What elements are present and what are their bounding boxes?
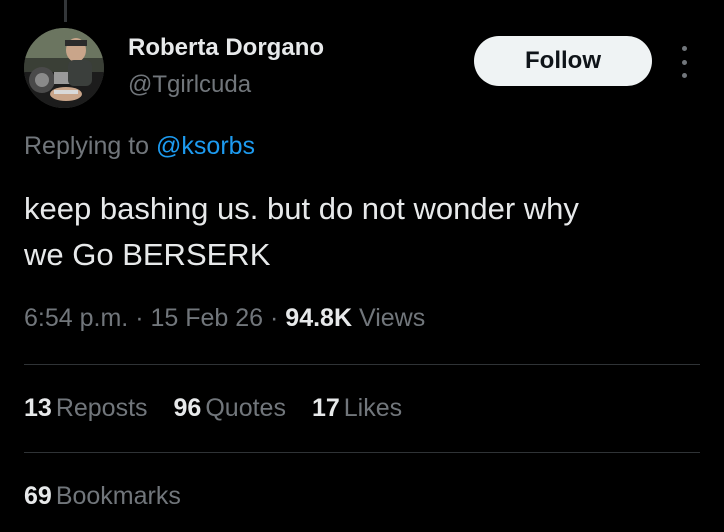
reposts-count: 13 <box>24 394 52 422</box>
views-count: 94.8K <box>285 304 353 332</box>
thread-connector-line <box>64 0 67 22</box>
meta-separator: · <box>270 304 279 332</box>
tweet-text-line: we Go BERSERK <box>24 237 271 272</box>
views-label: Views <box>358 304 426 332</box>
quotes-count: 96 <box>173 394 202 422</box>
ellipsis-dot <box>681 46 687 51</box>
reply-mention-link[interactable]: @ksorbs <box>156 132 255 160</box>
likes-count: 17 <box>311 394 340 422</box>
bookmarks-label: Bookmarks <box>55 482 181 510</box>
meta-separator: · <box>135 304 144 332</box>
follow-button[interactable]: Follow <box>474 36 652 86</box>
engagement-stats: 13 Reposts 96 Quotes 17 Likes <box>24 394 402 423</box>
tweet-text-line: keep bashing us. but do not wonder why <box>24 191 579 226</box>
tweet-date[interactable]: 15 Feb 26 <box>150 304 263 332</box>
ellipsis-dot <box>681 59 687 65</box>
tweet-meta: 6:54 p.m. · 15 Feb 26 · 94.8K Views <box>24 304 425 333</box>
vertical-ellipsis-icon[interactable] <box>672 46 696 78</box>
reply-context: Replying to @ksorbs <box>24 132 255 161</box>
author-handle[interactable]: @Tgirlcuda <box>128 71 251 99</box>
reposts-label: Reposts <box>55 394 148 422</box>
tweet-time[interactable]: 6:54 p.m. <box>24 304 128 332</box>
ellipsis-dot <box>681 73 687 78</box>
divider <box>24 452 700 453</box>
reply-context-prefix: Replying to <box>24 132 150 160</box>
quotes-label: Quotes <box>205 394 286 422</box>
avatar[interactable] <box>24 28 104 108</box>
bookmarks-stat[interactable]: 69 Bookmarks <box>24 482 181 511</box>
tweet-text: keep bashing us. but do not wonder why w… <box>24 186 704 278</box>
avatar-image <box>24 28 104 108</box>
author-display-name[interactable]: Roberta Dorgano <box>128 34 324 62</box>
divider <box>24 364 700 365</box>
quotes-stat[interactable]: 96 Quotes <box>174 394 286 423</box>
bookmarks-count: 69 <box>24 482 52 510</box>
likes-label: Likes <box>343 394 403 422</box>
reposts-stat[interactable]: 13 Reposts <box>24 394 148 423</box>
likes-stat[interactable]: 17 Likes <box>312 394 402 423</box>
